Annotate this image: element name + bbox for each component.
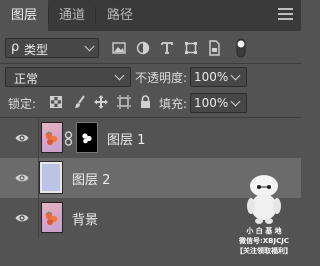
- opacity-label: 不透明度:: [135, 71, 188, 85]
- fill-field[interactable]: 100%: [190, 93, 247, 113]
- layer-name[interactable]: 图层 1: [107, 129, 145, 148]
- image-filter-icon[interactable]: [112, 42, 126, 54]
- lock-image-pixels-icon[interactable]: [74, 95, 86, 109]
- shape-filter-icon[interactable]: [184, 41, 198, 55]
- layer-row[interactable]: 图层 1: [0, 118, 301, 158]
- tab-paths[interactable]: 路径: [98, 0, 142, 31]
- search-icon: ρ: [11, 40, 20, 55]
- blend-mode-dropdown[interactable]: 正常: [5, 67, 131, 87]
- layer-thumbnail: [41, 202, 63, 233]
- layer-mask-thumbnail[interactable]: [76, 122, 98, 153]
- link-icon[interactable]: [64, 131, 73, 146]
- panel-menu-icon[interactable]: [278, 8, 293, 22]
- visibility-column-divider: [38, 118, 39, 238]
- tab-layers[interactable]: 图层: [0, 0, 48, 31]
- layer-thumbnail: [39, 161, 63, 194]
- adjustment-filter-icon[interactable]: [136, 41, 150, 55]
- eye-icon[interactable]: [15, 131, 29, 145]
- lock-position-icon[interactable]: [94, 95, 108, 109]
- watermark-line3: 【关注领取福利】: [236, 247, 292, 255]
- filter-toggle-icon[interactable]: [236, 38, 246, 58]
- lock-all-icon[interactable]: [140, 95, 151, 109]
- tab-divider: [48, 7, 49, 24]
- tab-channels[interactable]: 通道: [50, 0, 94, 31]
- type-filter-icon[interactable]: [160, 41, 174, 55]
- layer-name[interactable]: 背景: [72, 209, 98, 228]
- lock-transparent-pixels-icon[interactable]: [50, 96, 62, 108]
- mascot-watermark-logo: [247, 175, 281, 224]
- opacity-field[interactable]: 100%: [190, 67, 247, 87]
- filter-row: ρ 类型: [0, 36, 301, 62]
- panel-tab-bar: 图层 通道 路径: [0, 0, 301, 31]
- chevron-down-icon: [230, 70, 241, 81]
- tab-divider: [95, 7, 96, 24]
- smart-object-filter-icon[interactable]: [208, 40, 221, 56]
- chevron-down-icon: [84, 41, 95, 52]
- blend-mode-value: 正常: [14, 72, 39, 86]
- watermark-line2: 微信号:XBJCJC: [238, 237, 289, 245]
- layer-name[interactable]: 图层 2: [72, 169, 110, 188]
- layers-panel: 图层 通道 路径 ρ 类型 正常 不透明度: 100% 锁定: 填充: 100%…: [0, 0, 301, 266]
- layer-thumbnail: [41, 122, 63, 153]
- chevron-down-icon: [114, 70, 125, 81]
- chevron-down-icon: [230, 96, 241, 107]
- eye-icon[interactable]: [15, 211, 29, 225]
- filter-kind-label: 类型: [24, 43, 49, 57]
- watermark-line1: 小 白 基 地: [246, 227, 282, 235]
- lock-artboard-icon[interactable]: [117, 95, 131, 109]
- opacity-value: 100%: [194, 70, 229, 84]
- lock-row: 锁定: 填充: 100%: [0, 91, 301, 117]
- fill-value: 100%: [194, 96, 229, 110]
- filter-kind-dropdown[interactable]: ρ 类型: [5, 38, 99, 58]
- lock-label: 锁定:: [8, 97, 37, 111]
- blend-row: 正常 不透明度: 100%: [0, 64, 301, 90]
- fill-label: 填充:: [159, 97, 188, 111]
- eye-icon[interactable]: [15, 171, 29, 185]
